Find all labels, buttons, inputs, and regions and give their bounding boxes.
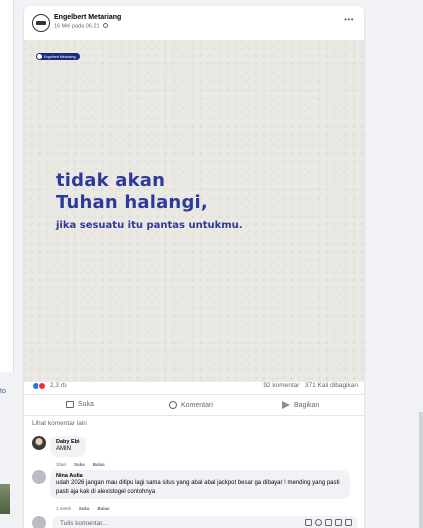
comment-like-link[interactable]: Suka <box>79 506 90 511</box>
comment-item: Daby Ebi AMIN 1hari Suka Balas <box>32 436 358 467</box>
brand-tag: Engelbert Metariang <box>36 53 80 60</box>
comment-bubble: Daby Ebi AMIN <box>50 436 86 457</box>
post-image[interactable]: Engelbert Metariang tidak akan Tuhan hal… <box>24 40 364 382</box>
post-card: Engelbert Metariang 16 Mei pada 06.21 ••… <box>24 6 364 528</box>
like-button[interactable]: Suka <box>66 401 94 408</box>
thumbs-up-icon <box>66 401 74 408</box>
scrollbar[interactable] <box>419 412 423 528</box>
brand-logo-icon <box>37 54 42 59</box>
comment-reply-link[interactable]: Balas <box>98 506 110 511</box>
camera-icon[interactable] <box>325 519 332 526</box>
emoji-icon[interactable] <box>315 519 322 526</box>
comment-text: AMIN <box>56 446 71 452</box>
sticker-icon[interactable] <box>345 519 352 526</box>
post-stats[interactable]: 92 komentar 371 Kali dibagikan <box>263 382 358 389</box>
post-date[interactable]: 16 Mei pada 06.21 <box>54 23 109 30</box>
post-header: Engelbert Metariang 16 Mei pada 06.21 ••… <box>24 6 364 40</box>
current-user-avatar[interactable] <box>32 516 46 528</box>
comment-reply-link[interactable]: Balas <box>93 462 105 467</box>
post-actions: Suka Komentari Bagikan <box>24 394 364 416</box>
commenter-avatar[interactable] <box>32 470 46 484</box>
comment-composer <box>32 516 358 528</box>
post-author[interactable]: Engelbert Metariang <box>54 14 121 21</box>
comment-label: Komentari <box>181 401 213 409</box>
globe-icon <box>103 23 109 28</box>
comment-meta: 1 menit Suka Balas <box>56 506 110 511</box>
reaction-count[interactable]: 2,3 rb <box>50 382 67 389</box>
comment-icon <box>169 401 177 409</box>
comment-meta: 1hari Suka Balas <box>56 462 105 467</box>
reaction-icons[interactable] <box>32 382 46 390</box>
more-options-icon[interactable]: ••• <box>344 15 354 24</box>
reactions-summary: 2,3 rb 92 komentar 371 Kali dibagikan <box>32 380 358 394</box>
share-label: Bagikan <box>294 401 320 409</box>
sidebar-fragment-image[interactable] <box>0 484 10 514</box>
sidebar-fragment-text[interactable]: to <box>0 388 6 395</box>
comment-like-link[interactable]: Suka <box>74 462 85 467</box>
share-icon <box>282 401 290 409</box>
share-button[interactable]: Bagikan <box>282 401 319 409</box>
post-date-text[interactable]: 16 Mei pada 06.21 <box>54 24 100 30</box>
commenter-avatar[interactable] <box>32 436 46 450</box>
comment-text: udah 2026 jangan mau ditipu lagi sama si… <box>56 480 340 495</box>
quote-line-1: tidak akan <box>56 170 166 191</box>
composer-tools <box>305 519 352 526</box>
comment-bubble: Nina Aulia udah 2026 jangan mau ditipu l… <box>50 470 350 500</box>
avatar-sticker-icon[interactable] <box>305 519 312 526</box>
quote-line-2: Tuhan halangi, <box>56 192 208 213</box>
comment-time[interactable]: 1 menit <box>56 506 71 511</box>
gif-icon[interactable] <box>335 519 342 526</box>
view-more-comments[interactable]: Lihat komentar lain <box>32 420 87 427</box>
comment-time[interactable]: 1hari <box>56 462 66 467</box>
brand-tag-text: Engelbert Metariang <box>44 54 76 59</box>
like-label: Suka <box>78 401 94 408</box>
author-avatar[interactable] <box>32 14 50 32</box>
comment-item: Nina Aulia udah 2026 jangan mau ditipu l… <box>32 470 358 511</box>
love-reaction-icon <box>38 382 46 390</box>
quote-line-3: jika sesuatu itu pantas untukmu. <box>56 220 243 231</box>
adjacent-card-edge <box>0 0 14 372</box>
